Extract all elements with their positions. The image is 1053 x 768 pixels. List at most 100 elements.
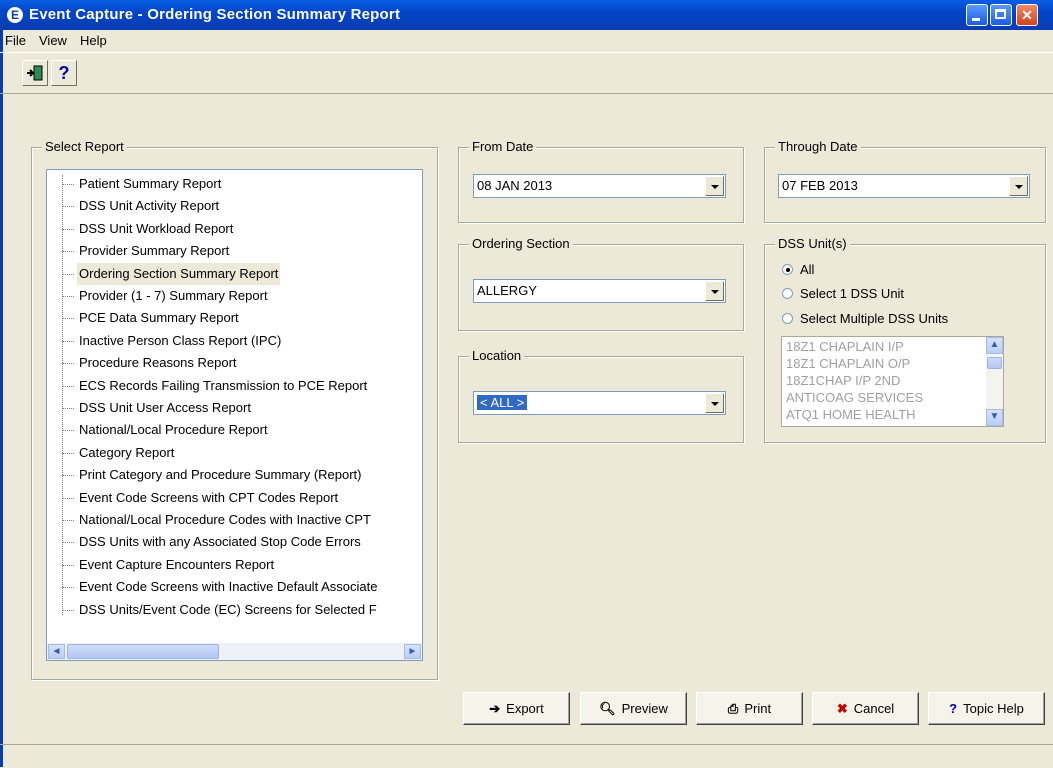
select-report-legend: Select Report — [42, 139, 127, 154]
tree-connector — [62, 609, 74, 611]
report-tree[interactable]: Patient Summary Report DSS Unit Activity … — [46, 169, 423, 661]
preview-icon: 🔍︎ — [599, 701, 616, 716]
through-date-field[interactable]: 07 FEB 2013 — [778, 174, 1030, 198]
tree-connector — [62, 564, 74, 566]
tree-connector — [62, 452, 74, 454]
tree-connector — [62, 184, 74, 185]
print-button[interactable]: ⎙ Print — [696, 692, 803, 725]
toolbar: ? — [0, 52, 1053, 94]
tree-connector — [62, 497, 74, 499]
help-button[interactable]: ? — [51, 60, 77, 86]
scroll-right-button[interactable]: ► — [404, 644, 421, 659]
help-icon: ? — [58, 63, 70, 83]
from-date-field[interactable]: 08 JAN 2013 — [473, 174, 726, 198]
location-legend: Location — [469, 348, 525, 363]
tree-connector — [62, 318, 74, 320]
location-value: < ALL > — [477, 395, 528, 410]
tree-connector — [62, 206, 74, 208]
exit-button[interactable] — [22, 60, 48, 86]
report-tree-item-label: DSS Units with any Associated Stop Code … — [79, 534, 361, 550]
cancel-x-icon: ✖ — [836, 701, 848, 716]
report-tree-item-label: DSS Units/Event Code (EC) Screens for Se… — [79, 601, 377, 617]
report-tree-item-label: Category Report — [79, 444, 175, 460]
export-button[interactable]: ➔ Export — [463, 692, 570, 725]
dss-unit-item[interactable]: 18Z1 CHAPLAIN O/P — [786, 355, 910, 372]
report-tree-item-label: Provider (1 - 7) Summary Report — [79, 288, 268, 303]
through-date-value: 07 FEB 2013 — [782, 178, 858, 193]
radio-select-multiple-circle[interactable] — [782, 313, 793, 324]
scroll-left-button[interactable]: ◄ — [48, 644, 65, 659]
report-tree-item-label: Print Category and Procedure Summary (Re… — [79, 467, 362, 483]
report-tree-item-label: Provider Summary Report — [79, 243, 230, 259]
report-tree-item-label: Event Code Screens with Inactive Default… — [79, 579, 378, 595]
tree-connector — [62, 296, 74, 297]
horizontal-scrollbar[interactable]: ◄ ► — [47, 643, 422, 660]
tree-connector — [62, 587, 74, 589]
menu-view[interactable]: View — [39, 33, 67, 48]
topic-help-label: Topic Help — [963, 701, 1024, 716]
dss-unit-item[interactable]: 18Z1CHAP I/P 2ND — [786, 372, 900, 389]
tree-connector — [62, 542, 74, 544]
window-title: Event Capture - Ordering Section Summary… — [29, 6, 401, 23]
title-bar: E Event Capture - Ordering Section Summa… — [0, 0, 1053, 30]
maximize-icon — [991, 5, 1011, 25]
radio-all-label: All — [800, 262, 815, 277]
report-tree-item-label: National/Local Procedure Report — [79, 422, 268, 438]
location-dropdown-icon[interactable] — [705, 393, 724, 413]
topic-help-button[interactable]: ? Topic Help — [928, 692, 1045, 725]
minimize-icon — [967, 5, 987, 25]
dss-units-legend: DSS Unit(s) — [775, 236, 850, 251]
dss-unit-scrollbar[interactable]: ▲ ▼ — [986, 337, 1003, 426]
tree-connector — [62, 408, 74, 409]
report-tree-item-label: Event Capture Encounters Report — [79, 556, 275, 572]
report-tree-item-label: Ordering Section Summary Report — [77, 262, 281, 285]
radio-select-one-label: Select 1 DSS Unit — [800, 286, 905, 301]
preview-button[interactable]: 🔍︎ Preview — [580, 692, 687, 725]
printer-icon: ⎙ — [727, 701, 739, 716]
cancel-button[interactable]: ✖ Cancel — [812, 692, 919, 725]
dss-unit-list[interactable]: 18Z1 CHAPLAIN I/P 18Z1 CHAPLAIN O/P 18Z1… — [781, 336, 1004, 427]
scroll-thumb[interactable] — [67, 644, 219, 659]
report-tree-item-label: Patient Summary Report — [79, 176, 222, 191]
tree-connector — [62, 363, 74, 365]
maximize-button[interactable] — [990, 4, 1012, 26]
menu-help[interactable]: Help — [80, 33, 107, 48]
cancel-label: Cancel — [853, 701, 895, 716]
tree-connector — [62, 228, 74, 230]
through-date-legend: Through Date — [775, 139, 861, 154]
scroll-down-button[interactable]: ▼ — [986, 409, 1003, 426]
report-tree-item-label: Event Code Screens with CPT Codes Report — [79, 489, 339, 505]
radio-select-one-circle[interactable] — [782, 288, 793, 299]
menu-file[interactable]: File — [5, 33, 26, 48]
location-select[interactable]: < ALL > — [473, 391, 726, 415]
tree-connector — [62, 340, 74, 342]
report-tree-item-label: DSS Unit Activity Report — [79, 198, 220, 214]
from-date-legend: From Date — [469, 139, 537, 154]
tree-connector — [62, 475, 74, 477]
through-date-dropdown-icon[interactable] — [1009, 176, 1028, 196]
scroll-right-icon: ► — [407, 646, 418, 657]
dss-scroll-thumb[interactable] — [987, 357, 1002, 369]
dss-unit-item[interactable]: ANTICOAG SERVICES — [786, 389, 923, 406]
app-icon: E — [7, 7, 23, 23]
from-date-dropdown-icon[interactable] — [705, 176, 724, 196]
scroll-left-icon: ◄ — [51, 646, 62, 657]
close-icon: ✕ — [1021, 7, 1033, 23]
scroll-up-button[interactable]: ▲ — [986, 337, 1003, 354]
menu-bar: File View Help — [0, 30, 1053, 52]
report-tree-item-label: ECS Records Failing Transmission to PCE … — [79, 377, 368, 393]
tree-line — [62, 175, 63, 615]
report-tree-item-label: PCE Data Summary Report — [79, 310, 239, 326]
tree-connector — [62, 273, 74, 275]
report-tree-item-label: Procedure Reasons Report — [79, 355, 237, 371]
radio-all-circle[interactable] — [782, 264, 793, 275]
status-bar — [0, 744, 1053, 768]
close-button[interactable]: ✕ — [1016, 4, 1038, 26]
minimize-button[interactable] — [966, 4, 988, 26]
export-icon: ➔ — [489, 701, 501, 716]
ordering-section-dropdown-icon[interactable] — [705, 281, 724, 301]
ordering-section-select[interactable]: ALLERGY — [473, 279, 726, 303]
dss-unit-item[interactable]: ATQ1 HOME HEALTH — [786, 406, 916, 423]
dss-unit-item[interactable]: 18Z1 CHAPLAIN I/P — [786, 338, 904, 355]
tree-connector — [62, 251, 74, 253]
